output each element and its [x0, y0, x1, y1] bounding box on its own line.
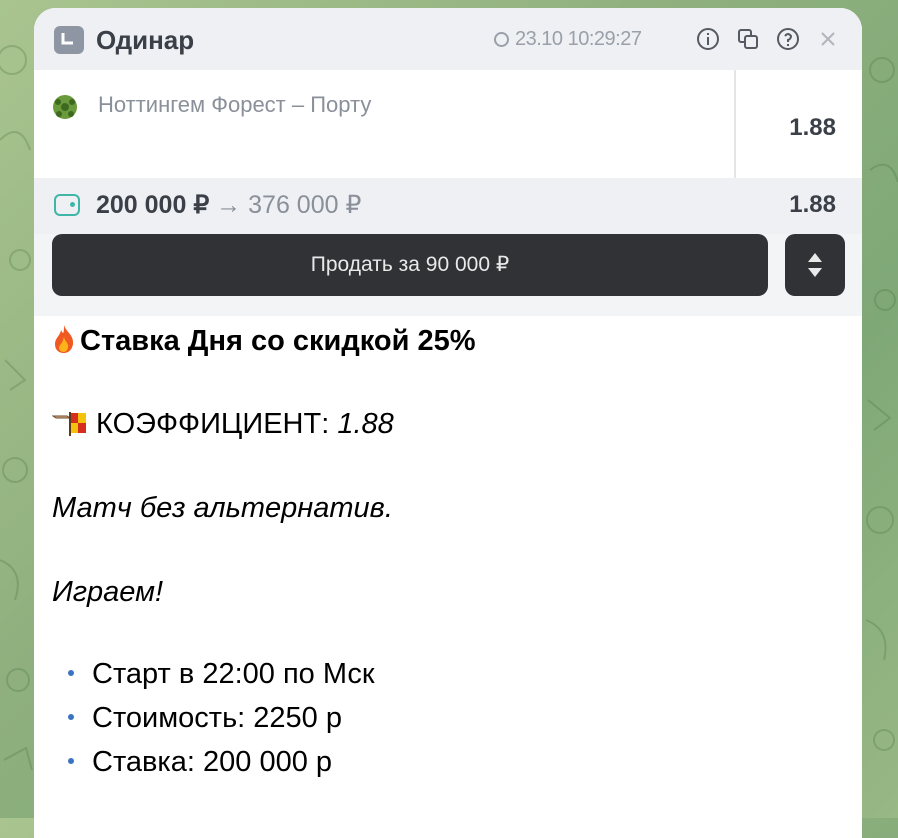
sell-button: Продать за 90 000 ₽: [52, 234, 768, 296]
message-cta: Играем!: [52, 576, 164, 608]
potential-win: 376 000 ₽: [248, 191, 362, 219]
list-item: Ставка: 200 000 р: [52, 746, 332, 779]
ticket-logo-icon: [54, 26, 84, 54]
ticket-total-odds: 1.88: [789, 191, 836, 218]
ticket-header: Одинар 23.10 10:29:27: [34, 8, 862, 70]
sort-button: [785, 234, 845, 296]
list-item: Старт в 22:00 по Мск: [52, 658, 375, 691]
message-coefficient: КОЭФФИЦИЕНТ: 1.88: [52, 408, 394, 441]
bullet-dot: [68, 758, 74, 764]
clock-icon: [494, 32, 509, 47]
stake-amount: 200 000 ₽: [96, 191, 210, 219]
help-icon: [777, 28, 799, 50]
ticket-datetime: 23.10 10:29:27: [494, 28, 642, 51]
ticket-odds-cell: 1.88: [734, 70, 862, 178]
bet-ticket-screenshot: Одинар 23.10 10:29:27 Ноттингем Форест –…: [34, 8, 862, 316]
info-icon: [697, 28, 719, 50]
ticket-datetime-text: 23.10 10:29:27: [515, 28, 642, 50]
copy-icon: [738, 29, 758, 49]
sort-icon: [808, 253, 822, 277]
bullet-dot: [68, 670, 74, 676]
coef-label: КОЭФФИЦИЕНТ:: [96, 408, 338, 440]
wallet-icon: [54, 194, 80, 216]
ticket-stake-row: 200 000 ₽ → 376 000 ₽ 1.88: [34, 178, 862, 234]
ticket-title: Одинар: [96, 25, 195, 55]
bullet-text: Ставка: 200 000 р: [92, 746, 333, 778]
message-headline: Ставка Дня со скидкой 25%: [52, 324, 476, 358]
ball-icon: [53, 95, 77, 119]
headline-text: Ставка Дня со скидкой 25%: [80, 325, 476, 357]
ticket-stake: 200 000 ₽ → 376 000 ₽: [96, 190, 361, 220]
fire-icon: [55, 325, 74, 353]
bullet-dot: [68, 714, 74, 720]
message-bubble: Одинар 23.10 10:29:27 Ноттингем Форест –…: [34, 8, 862, 838]
list-item: Стоимость: 2250 р: [52, 702, 342, 735]
bullet-text: Старт в 22:00 по Мск: [92, 658, 375, 690]
pointing-flag-icon: [52, 412, 86, 436]
close-icon: [821, 32, 835, 46]
bullet-text: Стоимость: 2250 р: [92, 702, 342, 734]
ticket-event-row: Ноттингем Форест – Порту: [34, 70, 734, 178]
stake-arrow: →: [209, 191, 249, 219]
message-note: Матч без альтернатив.: [52, 492, 393, 524]
coef-value: 1.88: [337, 408, 394, 440]
ticket-match-name: Ноттингем Форест – Порту: [98, 92, 372, 117]
ticket-odds: 1.88: [789, 114, 836, 141]
